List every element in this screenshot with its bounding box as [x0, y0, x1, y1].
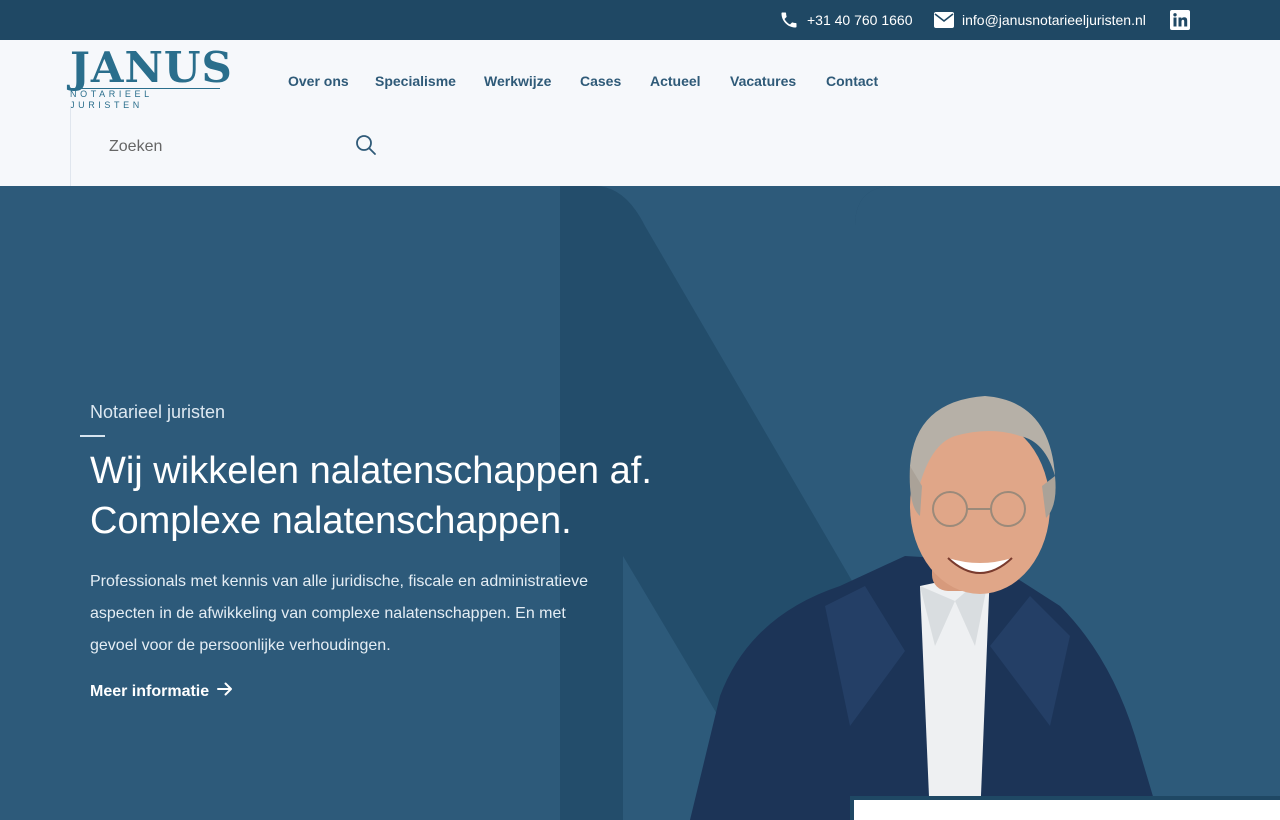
logo-wordmark: JANUS — [70, 43, 233, 92]
email-link[interactable]: info@janusnotarieeljuristen.nl — [934, 0, 1146, 40]
search-input[interactable] — [107, 132, 341, 162]
phone-link[interactable]: +31 40 760 1660 — [779, 0, 913, 40]
content-card-edge — [850, 796, 1280, 820]
nav-item-contact[interactable]: Contact — [826, 73, 878, 89]
hero-section: Notarieel juristen Wij wikkelen nalatens… — [0, 186, 1280, 820]
email-address: info@janusnotarieeljuristen.nl — [962, 12, 1146, 28]
nav-item-cases[interactable]: Cases — [580, 73, 621, 89]
search-icon[interactable] — [355, 134, 377, 156]
more-info-link[interactable]: Meer informatie — [90, 682, 233, 701]
headline-line-1: Wij wikkelen nalatenschappen af. — [90, 450, 652, 492]
arrow-right-icon — [209, 682, 233, 701]
nav-item-actueel[interactable]: Actueel — [650, 73, 701, 89]
nav-item-over-ons[interactable]: Over ons — [288, 73, 349, 89]
top-bar: +31 40 760 1660 info@janusnotarieeljuris… — [0, 0, 1280, 40]
more-info-label: Meer informatie — [90, 682, 210, 700]
nav-item-specialisme[interactable]: Specialisme — [375, 73, 456, 89]
eyebrow-underline — [80, 435, 105, 437]
phone-number: +31 40 760 1660 — [807, 12, 913, 28]
phone-icon — [779, 10, 807, 30]
search-box — [70, 106, 391, 186]
logo[interactable]: JANUS NOTARIEEL JURISTEN — [70, 43, 233, 110]
linkedin-link[interactable] — [1170, 0, 1190, 40]
hero-lead: Professionals met kennis van alle juridi… — [90, 573, 589, 654]
portrait-photo — [690, 396, 1160, 820]
headline-line-2: Complexe nalatenschappen. — [90, 500, 572, 542]
site-header: JANUS NOTARIEEL JURISTEN Over ons Specia… — [0, 40, 1280, 186]
linkedin-icon — [1170, 10, 1190, 30]
nav-item-werkwijze[interactable]: Werkwijze — [484, 73, 551, 89]
hero-eyebrow: Notarieel juristen — [90, 402, 226, 422]
hero-headline: Wij wikkelen nalatenschappen af. Complex… — [90, 446, 652, 546]
nav-item-vacatures[interactable]: Vacatures — [730, 73, 796, 89]
envelope-icon — [934, 12, 962, 28]
